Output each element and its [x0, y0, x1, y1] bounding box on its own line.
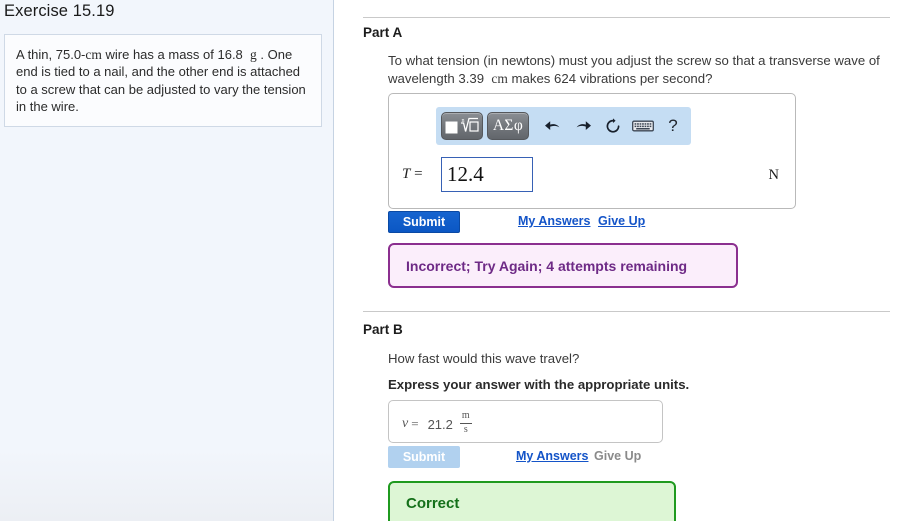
part-b-answer-content: v = 21.2 m s	[402, 410, 472, 436]
part-a-unit-label: N	[768, 167, 779, 183]
unit-cm: cm	[491, 70, 508, 86]
greek-symbols-button[interactable]: ΑΣφ	[487, 112, 529, 140]
math-input-toolbar: n ΑΣφ ?	[436, 107, 691, 145]
part-b-answer-value: 21.2	[427, 416, 453, 432]
part-b-feedback-correct: Correct	[388, 481, 676, 521]
redo-icon[interactable]	[570, 112, 596, 140]
part-a-my-answers-link[interactable]: My Answers	[518, 214, 590, 228]
help-icon[interactable]: ?	[660, 112, 686, 140]
part-b-give-up-link: Give Up	[594, 449, 642, 463]
part-a-feedback-incorrect: Incorrect; Try Again; 4 attempts remaini…	[388, 243, 738, 288]
part-b-feedback-text: Correct	[406, 494, 460, 512]
part-b-my-answers-link[interactable]: My Answers	[516, 449, 588, 463]
math-template-button[interactable]: n	[441, 112, 483, 140]
equals-sign: =	[411, 416, 419, 431]
reset-icon[interactable]	[600, 112, 626, 140]
svg-text:n: n	[462, 118, 465, 124]
part-a-variable-label: T =	[402, 166, 423, 183]
part-b-submit-button: Submit	[388, 446, 460, 468]
part-b-unit-fraction: m s	[459, 410, 472, 435]
part-b-answer-container[interactable]: v = 21.2 m s	[388, 400, 663, 443]
unit-cm: cm	[85, 47, 102, 62]
unit-g: g	[250, 47, 257, 62]
part-a-label: Part A	[363, 25, 403, 40]
part-a-answer-input[interactable]: 12.4	[441, 157, 533, 192]
part-a-input-row: T = 12.4 N	[389, 152, 797, 202]
part-b-question: How fast would this wave travel?	[388, 351, 580, 366]
part-a-feedback-text: Incorrect; Try Again; 4 attempts remaini…	[406, 257, 688, 274]
unit-denominator: s	[463, 423, 468, 435]
problem-sidebar: Exercise 15.19 A thin, 75.0-cm wire has …	[0, 0, 334, 521]
problem-statement-text: A thin, 75.0-cm wire has a mass of 16.8 …	[16, 47, 306, 115]
page-title: Exercise 15.19	[4, 2, 115, 20]
part-a-divider	[363, 17, 890, 18]
variable-T: T	[402, 166, 411, 182]
parts-panel: Part A To what tension (in newtons) must…	[334, 0, 916, 521]
equals-sign: =	[414, 166, 423, 182]
part-a-answer-container: n ΑΣφ ? T = 12.4 N	[388, 93, 796, 209]
problem-statement-box: A thin, 75.0-cm wire has a mass of 16.8 …	[4, 34, 322, 127]
part-b-instruction: Express your answer with the appropriate…	[388, 377, 690, 392]
template-icon: n	[445, 117, 479, 134]
part-a-give-up-link[interactable]: Give Up	[598, 214, 645, 228]
part-a-question: To what tension (in newtons) must you ad…	[388, 53, 880, 86]
part-b-divider	[363, 311, 890, 312]
keyboard-icon[interactable]	[630, 112, 656, 140]
unit-numerator: m	[461, 410, 470, 421]
part-b-variable-label: v	[402, 416, 409, 431]
undo-icon[interactable]	[540, 112, 566, 140]
part-b-label: Part B	[363, 322, 403, 337]
part-a-submit-button[interactable]: Submit	[388, 211, 460, 233]
exercise-page: Exercise 15.19 A thin, 75.0-cm wire has …	[0, 0, 916, 521]
